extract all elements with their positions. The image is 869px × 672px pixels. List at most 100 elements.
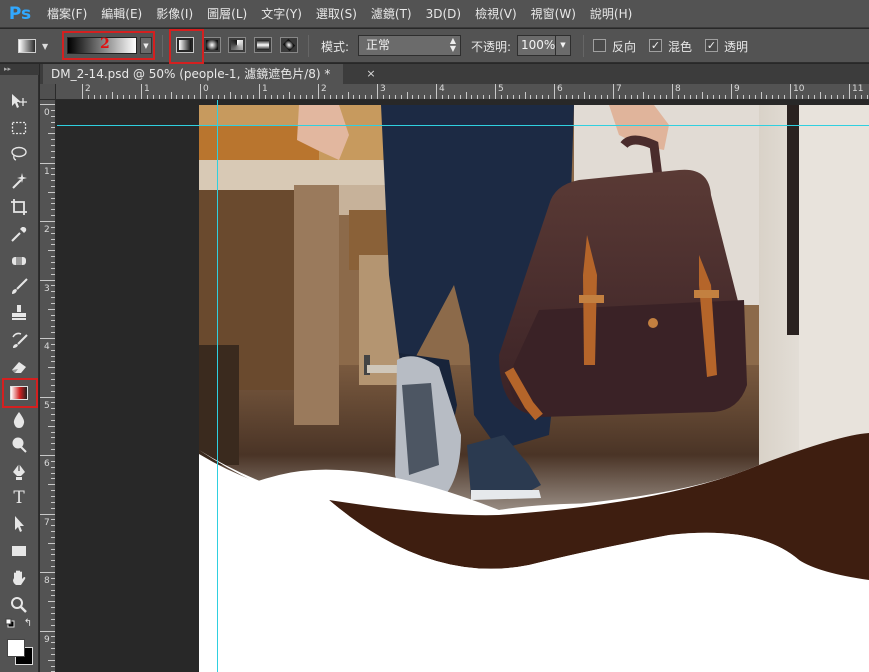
menu-image[interactable]: 影像(I) [149,0,200,28]
angle-gradient-button[interactable] [228,37,246,53]
ruler-label: 9 [734,84,740,94]
ruler-label: 5 [498,84,504,94]
zoom-tool[interactable] [7,594,31,616]
menu-layer[interactable]: 圖層(L) [200,0,254,28]
color-swatches [5,637,37,669]
blend-mode-value: 正常 [366,38,391,52]
ruler-minor-tick [129,95,131,99]
menu-edit[interactable]: 編輯(E) [94,0,149,28]
toolbar-collapse-handle[interactable]: ▸▸ [0,64,39,75]
chevron-down-icon[interactable]: ▼ [555,36,570,55]
ruler-minor-tick [51,180,55,182]
gradient-tool[interactable] [7,382,31,404]
ruler-minor-tick [51,419,55,421]
vertical-guide[interactable] [217,100,218,672]
ruler-minor-tick [51,554,55,556]
marquee-icon [11,121,27,135]
crop-tool[interactable] [7,196,31,218]
move-tool[interactable] [7,90,31,112]
tool-preset-picker[interactable]: ▼ [18,34,56,58]
rectangle-tool[interactable] [7,540,31,562]
default-colors-icon [5,618,15,628]
ruler-tick [40,572,55,573]
transparency-checkbox[interactable]: ✓ [705,39,718,52]
gradient-dropdown-button[interactable]: ▼ [140,37,152,54]
ruler-minor-tick [819,92,821,99]
clone-stamp-tool[interactable] [7,302,31,324]
ruler-label: 0 [203,84,209,94]
chevron-down-icon: ▼ [143,41,149,50]
blur-tool[interactable] [7,409,31,431]
type-tool[interactable]: T [7,487,31,509]
ruler-minor-tick [542,95,544,99]
document-canvas[interactable] [199,105,869,672]
menu-view[interactable]: 檢視(V) [468,0,524,28]
radial-gradient-icon [206,40,218,50]
ruler-minor-tick [51,203,55,205]
reverse-label: 反向 [612,40,637,54]
marquee-tool[interactable] [7,117,31,139]
history-brush-tool[interactable] [7,329,31,351]
path-selection-tool[interactable] [7,513,31,535]
ruler-minor-tick [630,95,632,99]
document-tab[interactable]: DM_2-14.psd @ 50% (people-1, 濾鏡遮色片/8) * [43,64,343,84]
ruler-tick [436,84,437,99]
magic-wand-tool[interactable] [7,170,31,192]
menu-select[interactable]: 選取(S) [309,0,364,28]
reverse-checkbox[interactable] [593,39,606,52]
ruler-minor-tick [48,484,55,486]
ruler-minor-tick [51,127,55,129]
ruler-minor-tick [595,95,597,99]
ruler-minor-tick [341,95,343,99]
ruler-label: 5 [44,400,50,411]
blend-mode-select[interactable]: 正常 ▲ ▼ [358,35,461,56]
ruler-label: 1 [262,84,268,94]
ruler-minor-tick [725,95,727,99]
close-icon[interactable]: × [362,64,380,84]
lasso-tool[interactable] [7,143,31,165]
foreground-color-swatch[interactable] [7,639,25,657]
default-colors-button[interactable] [2,617,18,629]
ruler-minor-tick [247,95,249,99]
horizontal-ruler[interactable]: 2 1 0 1 2 3 4 5 6 7 8 9 10 11 [56,84,869,100]
reflected-gradient-button[interactable] [254,37,272,53]
ruler-minor-tick [772,95,774,99]
ruler-minor-tick [48,659,55,661]
menu-3d[interactable]: 3D(D) [419,0,468,28]
ruler-origin[interactable] [40,84,56,100]
ruler-minor-tick [51,332,55,334]
ruler-minor-tick [51,115,55,117]
ruler-minor-tick [854,95,856,99]
ruler-tick [672,84,673,99]
ruler-minor-tick [365,95,367,99]
ruler-tick [377,84,378,99]
ruler-minor-tick [323,95,325,99]
menu-filter[interactable]: 濾鏡(T) [364,0,419,28]
opacity-input[interactable]: 100% ▼ [517,35,571,56]
ruler-label: 4 [439,84,445,94]
radial-gradient-button[interactable] [203,37,221,53]
pen-tool[interactable] [7,461,31,483]
ruler-minor-tick [51,402,55,404]
eyedropper-tool[interactable] [7,223,31,245]
ruler-minor-tick [205,95,207,99]
healing-brush-tool[interactable] [7,250,31,272]
menu-help[interactable]: 說明(H) [583,0,639,28]
ruler-minor-tick [813,95,815,99]
swap-colors-button[interactable]: ↰ [20,617,36,629]
horizontal-guide[interactable] [57,125,869,126]
vertical-ruler[interactable]: 0 1 2 3 4 5 6 7 8 9 [40,100,56,672]
diamond-gradient-button[interactable] [280,37,298,53]
menu-window[interactable]: 視窗(W) [524,0,583,28]
blur-icon [13,412,25,428]
menu-type[interactable]: 文字(Y) [254,0,309,28]
hand-tool[interactable] [7,567,31,589]
move-icon [12,94,27,108]
dodge-tool[interactable] [7,434,31,456]
brush-tool[interactable] [7,276,31,298]
menu-file[interactable]: 檔案(F) [40,0,94,28]
ruler-minor-tick [766,95,768,99]
dither-checkbox[interactable]: ✓ [649,39,662,52]
eraser-tool[interactable] [7,356,31,378]
ruler-minor-tick [51,244,55,246]
